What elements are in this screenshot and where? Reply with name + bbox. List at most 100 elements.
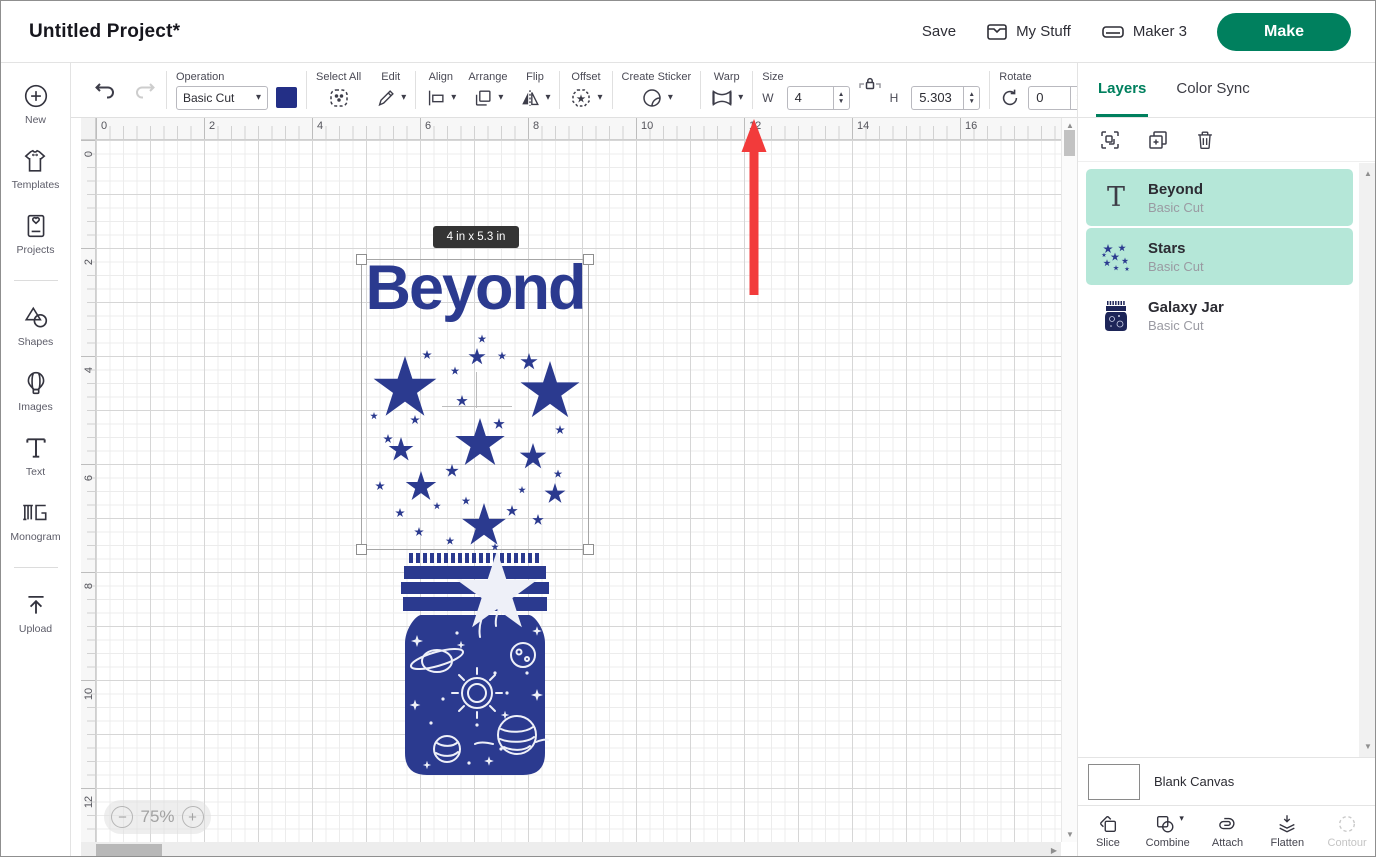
sidebar-item-templates[interactable]: Templates — [12, 148, 60, 191]
stepper-up-icon[interactable]: ▲ — [838, 91, 844, 98]
resize-handle-top-left[interactable] — [356, 254, 367, 265]
selection-center-mark — [476, 372, 477, 408]
rotate-value[interactable]: 0 — [1028, 86, 1070, 110]
scroll-right-icon[interactable]: ▶ — [1051, 846, 1057, 855]
layer-list-scrollbar[interactable]: ▲ ▼ — [1359, 163, 1376, 757]
tab-color-sync[interactable]: Color Sync — [1174, 63, 1251, 117]
width-field[interactable]: 4 ▲▼ — [787, 86, 850, 110]
chevron-down-icon: ▾ — [256, 92, 261, 103]
height-value[interactable]: 5.303 — [911, 86, 963, 110]
arrange-icon — [472, 86, 494, 110]
sidebar-label: Projects — [17, 244, 55, 256]
lock-aspect-button[interactable] — [858, 72, 882, 96]
tshirt-icon — [22, 148, 48, 174]
layer-type: Basic Cut — [1148, 200, 1204, 216]
new-icon — [23, 83, 49, 109]
width-value[interactable]: 4 — [787, 86, 833, 110]
scroll-down-icon[interactable]: ▼ — [1364, 742, 1372, 751]
trash-icon[interactable] — [1194, 128, 1216, 152]
layer-row-galaxy-jar[interactable]: Galaxy Jar Basic Cut — [1086, 287, 1353, 344]
sidebar-item-upload[interactable]: Upload — [19, 592, 52, 635]
machine-label: Maker 3 — [1133, 23, 1187, 40]
canvas-viewport[interactable]: 0 2 4 6 8 10 12 14 16 0 2 4 6 8 10 12 4 … — [71, 118, 1077, 857]
canvas-vertical-scrollbar[interactable]: ▲ ▼ — [1061, 118, 1077, 842]
scroll-up-icon[interactable]: ▲ — [1364, 169, 1372, 178]
blank-canvas-swatch[interactable] — [1088, 764, 1140, 800]
offset-button[interactable]: Offset ▾ — [569, 71, 602, 110]
make-button[interactable]: Make — [1217, 13, 1351, 51]
flatten-icon — [1275, 813, 1299, 835]
save-button[interactable]: Save — [922, 23, 956, 40]
chevron-down-icon: ▾ — [738, 92, 743, 103]
rotate-label: Rotate — [999, 71, 1031, 83]
arrange-button[interactable]: Arrange ▾ — [468, 71, 507, 110]
scroll-up-icon[interactable]: ▲ — [1066, 121, 1074, 130]
resize-handle-bottom-right[interactable] — [583, 544, 594, 555]
images-balloon-icon — [23, 370, 49, 396]
color-swatch[interactable] — [276, 87, 297, 108]
combine-button[interactable]: ▾ Combine — [1138, 806, 1198, 856]
slice-icon — [1096, 813, 1120, 835]
width-stepper[interactable]: ▲▼ — [833, 86, 850, 110]
attach-button[interactable]: Attach — [1198, 806, 1258, 856]
blank-canvas-row: Blank Canvas — [1078, 757, 1376, 805]
sidebar-item-images[interactable]: Images — [18, 370, 52, 413]
duplicate-icon[interactable] — [1146, 128, 1170, 152]
edit-menu-button[interactable]: Edit ▾ — [375, 71, 406, 110]
sidebar-label: Upload — [19, 623, 52, 635]
group-icon[interactable] — [1098, 128, 1122, 152]
create-sticker-label: Create Sticker — [622, 71, 692, 83]
blank-canvas-label: Blank Canvas — [1154, 774, 1234, 789]
align-label: Align — [429, 71, 453, 83]
sidebar-label: Monogram — [10, 531, 60, 543]
rotate-icon[interactable] — [999, 86, 1021, 110]
layer-thumbnail-text: T — [1098, 180, 1134, 216]
layer-row-stars[interactable]: Stars Basic Cut — [1086, 228, 1353, 285]
zoom-out-button[interactable]: − — [111, 806, 133, 828]
horizontal-scroll-thumb[interactable] — [96, 844, 162, 856]
contour-icon — [1335, 813, 1359, 835]
operation-select[interactable]: Basic Cut ▾ — [176, 86, 268, 110]
contour-button[interactable]: Contour — [1317, 806, 1376, 856]
tab-layers[interactable]: Layers — [1096, 63, 1148, 117]
select-all-button[interactable]: Select All — [316, 71, 361, 110]
resize-handle-bottom-left[interactable] — [356, 544, 367, 555]
chevron-down-icon: ▾ — [1179, 813, 1184, 824]
design-galaxy-jar[interactable] — [397, 553, 553, 779]
stepper-up-icon[interactable]: ▲ — [969, 91, 975, 98]
selection-bounding-box[interactable]: Beyond — [361, 259, 589, 550]
slice-button[interactable]: Slice — [1078, 806, 1138, 856]
align-button[interactable]: Align ▾ — [425, 71, 456, 110]
flatten-button[interactable]: Flatten — [1257, 806, 1317, 856]
machine-select[interactable]: Maker 3 — [1101, 22, 1187, 42]
scroll-down-icon[interactable]: ▼ — [1066, 830, 1074, 839]
my-stuff-button[interactable]: My Stuff — [986, 22, 1071, 42]
redo-icon[interactable] — [133, 79, 157, 101]
height-stepper[interactable]: ▲▼ — [963, 86, 980, 110]
canvas-horizontal-scrollbar[interactable]: ▶ — [81, 842, 1061, 857]
chevron-down-icon: ▾ — [451, 92, 456, 103]
stepper-down-icon[interactable]: ▼ — [838, 98, 844, 105]
stepper-down-icon[interactable]: ▼ — [969, 98, 975, 105]
flip-button[interactable]: Flip ▾ — [519, 71, 550, 110]
layer-row-beyond[interactable]: T Beyond Basic Cut — [1086, 169, 1353, 226]
create-sticker-button[interactable]: Create Sticker ▾ — [622, 71, 692, 110]
zoom-in-button[interactable]: + — [182, 806, 204, 828]
text-icon — [23, 435, 49, 461]
create-sticker-icon — [640, 86, 664, 110]
undo-icon[interactable] — [93, 79, 117, 101]
edit-toolbar: Operation Basic Cut ▾ Select All Edit ▾ — [71, 63, 1077, 118]
lock-icon — [858, 72, 882, 96]
warp-button[interactable]: Warp ▾ — [710, 71, 743, 110]
project-title: Untitled Project* — [29, 21, 180, 43]
resize-handle-top-right[interactable] — [583, 254, 594, 265]
height-field[interactable]: 5.303 ▲▼ — [911, 86, 980, 110]
sidebar-item-new[interactable]: New — [23, 83, 49, 126]
sidebar-item-monogram[interactable]: Monogram — [10, 500, 60, 543]
sidebar-item-text[interactable]: Text — [23, 435, 49, 478]
monogram-icon — [20, 500, 50, 526]
sidebar-item-shapes[interactable]: Shapes — [18, 305, 54, 348]
flip-icon — [519, 86, 541, 110]
vertical-scroll-thumb[interactable] — [1064, 130, 1075, 156]
sidebar-item-projects[interactable]: Projects — [17, 213, 55, 256]
